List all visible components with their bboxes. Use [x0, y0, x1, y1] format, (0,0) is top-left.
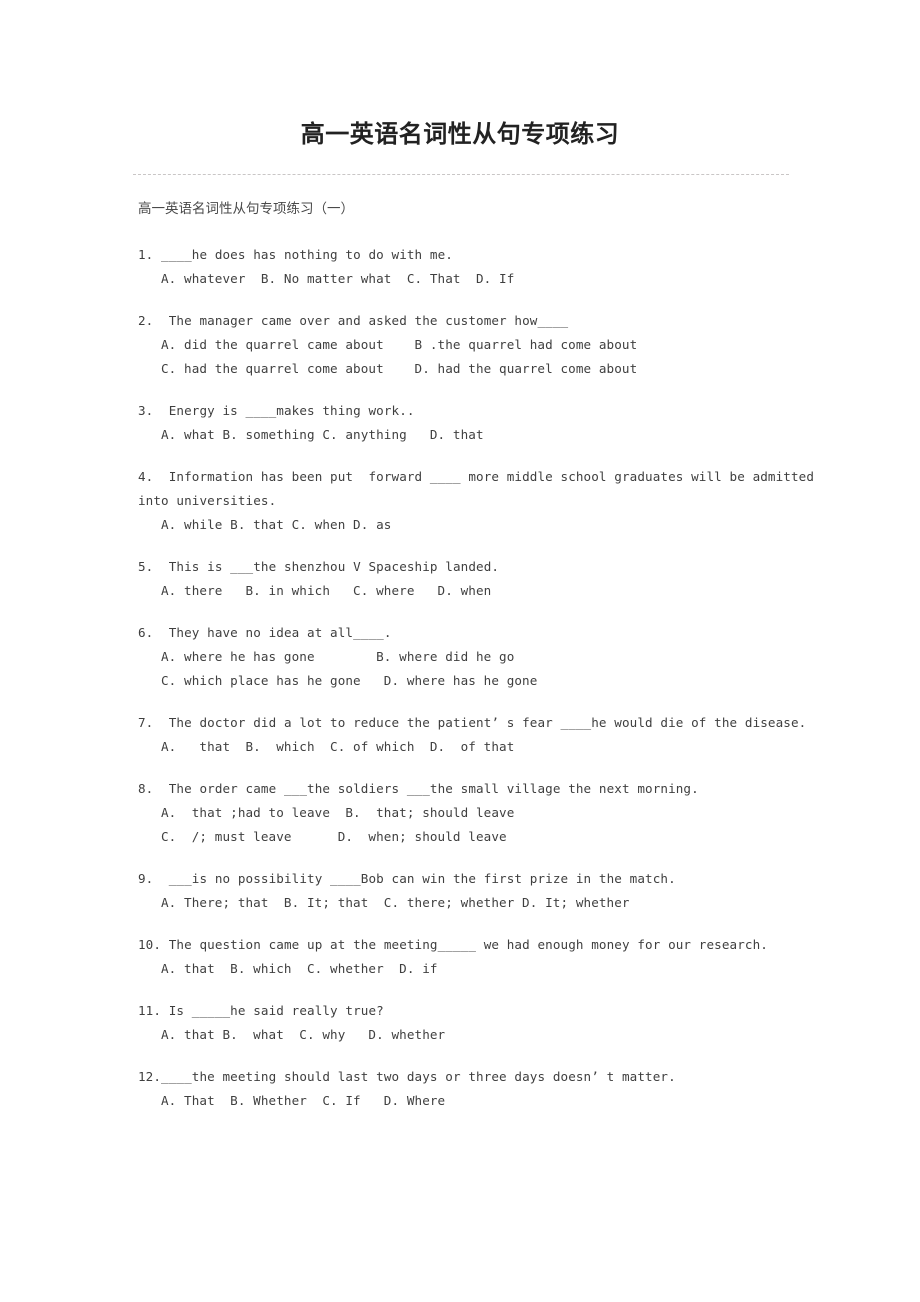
question-options-line[interactable]: A. what B. something C. anything D. that: [138, 423, 838, 447]
question-options-line[interactable]: A. while B. that C. when D. as: [138, 513, 838, 537]
question-options-line[interactable]: A. That B. Whether C. If D. Where: [138, 1089, 838, 1113]
question-options-line[interactable]: C. /; must leave D. when; should leave: [138, 825, 838, 849]
question-stem: 4. Information has been put forward ____…: [138, 469, 822, 508]
question-item: 5. This is ___the shenzhou V Spaceship l…: [138, 555, 838, 603]
question-stem: 10. The question came up at the meeting_…: [138, 937, 768, 952]
question-item: 11. Is _____he said really true? A. that …: [138, 999, 838, 1047]
document-page: 高一英语名词性从句专项练习 高一英语名词性从句专项练习（一） 1. ____he…: [0, 0, 920, 1302]
question-stem: 5. This is ___the shenzhou V Spaceship l…: [138, 559, 500, 574]
question-stem: 11. Is _____he said really true?: [138, 1003, 384, 1018]
question-options-line[interactable]: A. that ;had to leave B. that; should le…: [138, 801, 838, 825]
question-stem: 2. The manager came over and asked the c…: [138, 313, 569, 328]
question-options-line[interactable]: A. there B. in which C. where D. when: [138, 579, 838, 603]
question-stem: 9. ___is no possibility ____Bob can win …: [138, 871, 676, 886]
question-options-line[interactable]: A. that B. which C. of which D. of that: [138, 735, 838, 759]
question-item: 9. ___is no possibility ____Bob can win …: [138, 867, 838, 915]
question-item: 10. The question came up at the meeting_…: [138, 933, 838, 981]
question-item: 7. The doctor did a lot to reduce the pa…: [138, 711, 838, 759]
question-item: 4. Information has been put forward ____…: [138, 465, 838, 537]
question-options-line[interactable]: A. did the quarrel came about B .the qua…: [138, 333, 838, 357]
document-subtitle: 高一英语名词性从句专项练习（一）: [138, 201, 354, 217]
question-options-line[interactable]: A. that B. which C. whether D. if: [138, 957, 838, 981]
question-options-line[interactable]: C. had the quarrel come about D. had the…: [138, 357, 838, 381]
question-options-line[interactable]: A. There; that B. It; that C. there; whe…: [138, 891, 838, 915]
question-stem: 7. The doctor did a lot to reduce the pa…: [138, 715, 807, 730]
question-options-line[interactable]: A. where he has gone B. where did he go: [138, 645, 838, 669]
question-stem: 6. They have no idea at all____.: [138, 625, 392, 640]
question-item: 8. The order came ___the soldiers ___the…: [138, 777, 838, 849]
question-item: 1. ____he does has nothing to do with me…: [138, 243, 838, 291]
question-stem: 3. Energy is ____makes thing work..: [138, 403, 415, 418]
question-stem: 8. The order came ___the soldiers ___the…: [138, 781, 699, 796]
question-item: 6. They have no idea at all____. A. where…: [138, 621, 838, 693]
question-stem: 1. ____he does has nothing to do with me…: [138, 247, 453, 262]
question-stem: 12.____the meeting should last two days …: [138, 1069, 676, 1084]
question-item: 2. The manager came over and asked the c…: [138, 309, 838, 381]
question-options-line[interactable]: A. that B. what C. why D. whether: [138, 1023, 838, 1047]
question-list: 1. ____he does has nothing to do with me…: [138, 243, 838, 1131]
question-options-line[interactable]: A. whatever B. No matter what C. That D.…: [138, 267, 838, 291]
question-item: 3. Energy is ____makes thing work.. A. wh…: [138, 399, 838, 447]
page-title: 高一英语名词性从句专项练习: [300, 119, 620, 148]
question-item: 12.____the meeting should last two days …: [138, 1065, 838, 1113]
question-options-line[interactable]: C. which place has he gone D. where has …: [138, 669, 838, 693]
title-divider: [133, 174, 789, 175]
